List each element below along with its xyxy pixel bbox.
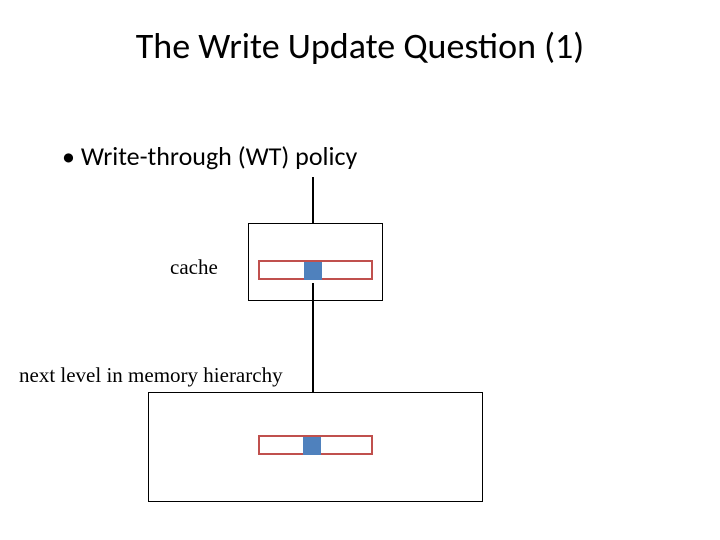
bullet-policy: Write-through (WT) policy (62, 140, 357, 172)
memory-label: next level in memory hierarchy (19, 363, 283, 388)
slide-title: The Write Update Question (1) (0, 24, 720, 68)
cache-write-cell (304, 262, 322, 280)
cache-label: cache (170, 255, 218, 280)
memory-write-cell (303, 437, 321, 455)
